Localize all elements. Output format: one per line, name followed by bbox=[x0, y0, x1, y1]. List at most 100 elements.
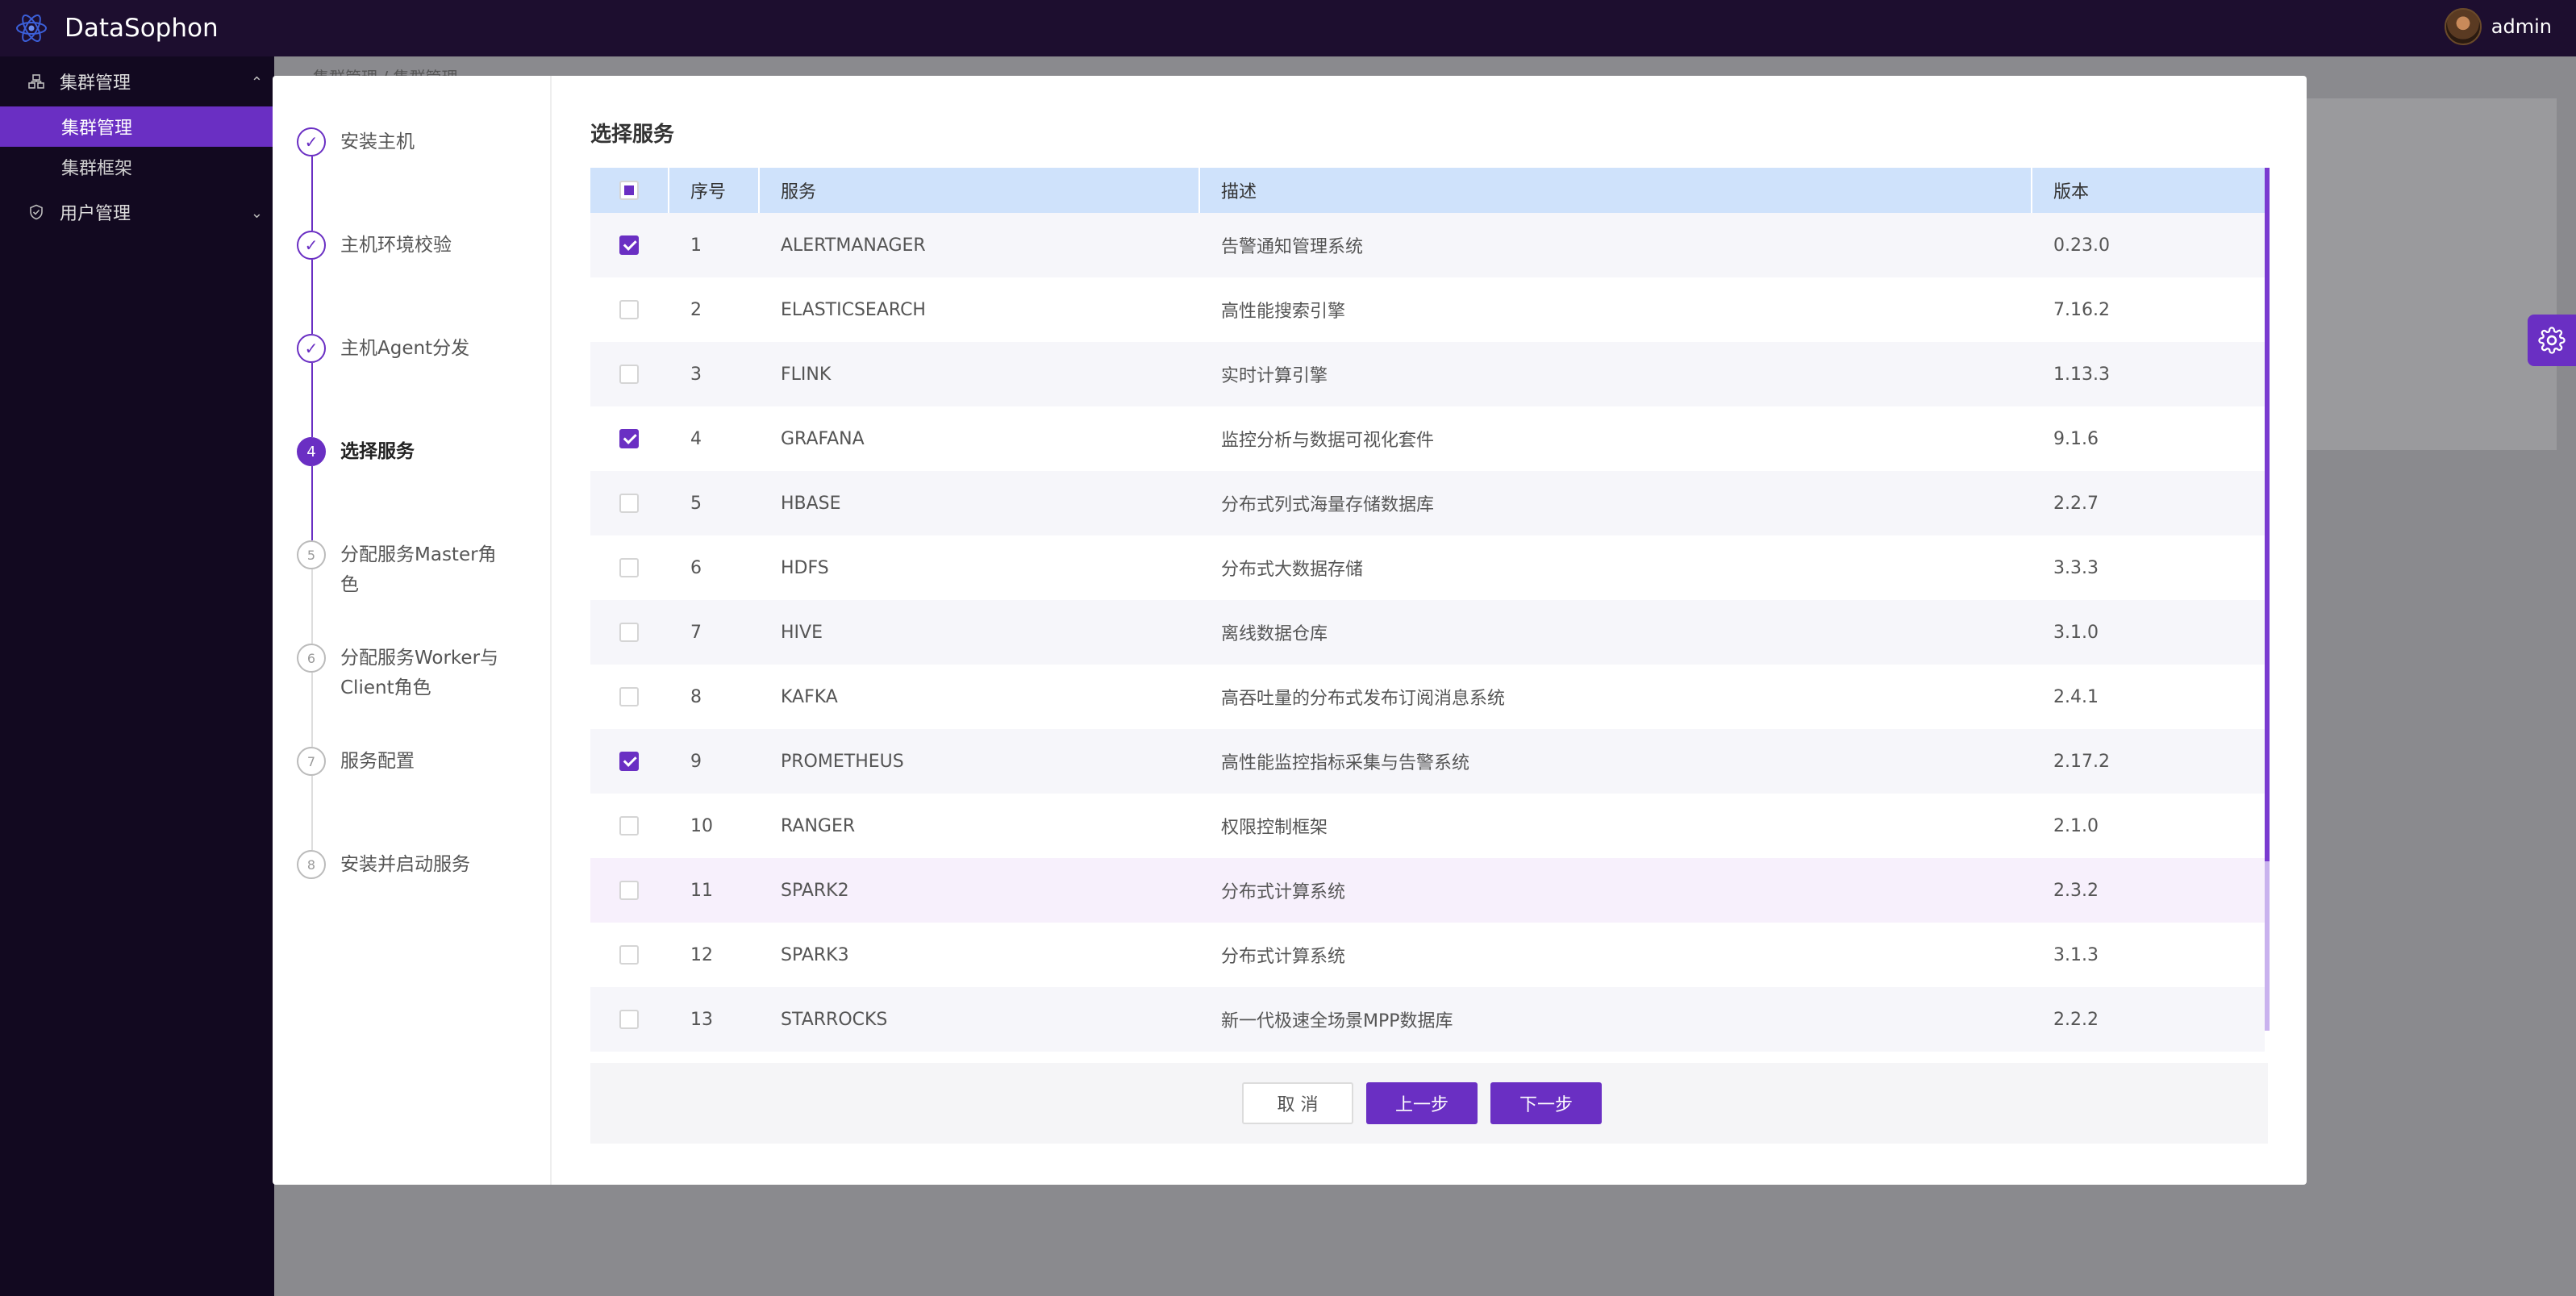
row-version: 2.2.7 bbox=[2053, 493, 2099, 514]
wizard-footer: 取 消 上一步 下一步 bbox=[590, 1063, 2268, 1144]
sidebar-item-cluster-frame[interactable]: 集群框架 bbox=[0, 147, 274, 187]
gear-icon bbox=[2538, 327, 2566, 354]
step-5: 5 分配服务Master角色 bbox=[297, 540, 502, 600]
row-description: 新一代极速全场景MPP数据库 bbox=[1221, 1011, 1453, 1031]
table-row[interactable]: 6 HDFS 分布式大数据存储 3.3.3 bbox=[590, 535, 2265, 600]
row-checkbox[interactable] bbox=[619, 1010, 639, 1029]
table-row[interactable]: 13 STARROCKS 新一代极速全场景MPP数据库 2.2.2 bbox=[590, 987, 2265, 1052]
row-service: GRAFANA bbox=[781, 428, 865, 449]
avatar[interactable] bbox=[2444, 8, 2482, 45]
row-checkbox[interactable] bbox=[619, 558, 639, 577]
row-checkbox[interactable] bbox=[619, 300, 639, 319]
row-version: 1.13.3 bbox=[2053, 364, 2110, 385]
row-description: 权限控制框架 bbox=[1221, 818, 1328, 838]
step-label: 选择服务 bbox=[340, 441, 415, 462]
step-connector bbox=[311, 466, 313, 540]
step-connector bbox=[311, 156, 313, 231]
row-service: FLINK bbox=[781, 364, 832, 385]
user-name[interactable]: admin bbox=[2491, 15, 2552, 38]
row-version: 7.16.2 bbox=[2053, 299, 2110, 320]
panel-title: 选择服务 bbox=[590, 123, 675, 147]
row-index: 8 bbox=[690, 686, 702, 707]
step-3: ✓ 主机Agent分发 bbox=[297, 334, 502, 364]
row-service: KAFKA bbox=[781, 686, 838, 707]
table-row[interactable]: 3 FLINK 实时计算引擎 1.13.3 bbox=[590, 342, 2265, 406]
step-label: 安装主机 bbox=[340, 131, 415, 152]
row-service: HIVE bbox=[781, 622, 823, 643]
row-version: 9.1.6 bbox=[2053, 428, 2099, 449]
table-row[interactable]: 10 RANGER 权限控制框架 2.1.0 bbox=[590, 794, 2265, 858]
user-menu[interactable]: admin bbox=[2444, 8, 2552, 45]
settings-tab[interactable] bbox=[2528, 315, 2576, 366]
wizard-steps: ✓ 安装主机 ✓ 主机环境校验 ✓ 主机Agent分发 4 选择服务 5 分配服… bbox=[273, 76, 552, 1185]
row-checkbox[interactable] bbox=[619, 687, 639, 706]
row-description: 告警通知管理系统 bbox=[1221, 237, 1364, 257]
step-connector bbox=[311, 776, 313, 850]
row-checkbox[interactable] bbox=[619, 235, 639, 255]
row-index: 12 bbox=[690, 944, 713, 965]
row-service: STARROCKS bbox=[781, 1009, 888, 1030]
service-table: 序号 服务 描述 版本 1 ALERTMANAGER 告警通知管理系统 0.23.0 2… bbox=[590, 168, 2265, 1052]
table-row[interactable]: 8 KAFKA 高吞吐量的分布式发布订阅消息系统 2.4.1 bbox=[590, 665, 2265, 729]
table-row[interactable]: 12 SPARK3 分布式计算系统 3.1.3 bbox=[590, 923, 2265, 987]
row-checkbox[interactable] bbox=[619, 816, 639, 836]
table-scrollbar-lower bbox=[2265, 861, 2270, 1031]
next-step-button[interactable]: 下一步 bbox=[1490, 1082, 1602, 1124]
row-service: PROMETHEUS bbox=[781, 751, 904, 772]
row-description: 高吞吐量的分布式发布订阅消息系统 bbox=[1221, 689, 1506, 709]
row-checkbox[interactable] bbox=[619, 623, 639, 642]
sidebar-item-cluster-manage[interactable]: 集群管理 bbox=[0, 106, 274, 147]
table-row[interactable]: 1 ALERTMANAGER 告警通知管理系统 0.23.0 bbox=[590, 213, 2265, 277]
table-row[interactable]: 7 HIVE 离线数据仓库 3.1.0 bbox=[590, 600, 2265, 665]
header-index: 序号 bbox=[668, 168, 758, 213]
step-number: 4 bbox=[297, 437, 326, 466]
table-row[interactable]: 5 HBASE 分布式列式海量存储数据库 2.2.7 bbox=[590, 471, 2265, 535]
row-index: 4 bbox=[690, 428, 702, 449]
cluster-icon bbox=[27, 73, 45, 90]
sidebar-group-user[interactable]: 用户管理 ⌄ bbox=[0, 187, 274, 237]
step-1: ✓ 安装主机 bbox=[297, 127, 502, 157]
table-row[interactable]: 2 ELASTICSEARCH 高性能搜索引擎 7.16.2 bbox=[590, 277, 2265, 342]
step-7: 7 服务配置 bbox=[297, 747, 502, 777]
step-8: 8 安装并启动服务 bbox=[297, 850, 502, 880]
step-number: 6 bbox=[297, 644, 326, 673]
row-index: 3 bbox=[690, 364, 702, 385]
sidebar-group-cluster[interactable]: 集群管理 ⌃ bbox=[0, 56, 274, 106]
row-service: HDFS bbox=[781, 557, 829, 578]
step-label: 主机环境校验 bbox=[340, 235, 452, 256]
step-label: 分配服务Master角色 bbox=[340, 544, 497, 595]
row-checkbox[interactable] bbox=[619, 881, 639, 900]
app-logo[interactable]: DataSophon bbox=[15, 11, 219, 45]
shield-icon bbox=[27, 203, 45, 221]
row-checkbox[interactable] bbox=[619, 945, 639, 965]
table-row[interactable]: 9 PROMETHEUS 高性能监控指标采集与告警系统 2.17.2 bbox=[590, 729, 2265, 794]
step-connector bbox=[311, 260, 313, 334]
sidebar: 集群管理 ⌃ 集群管理 集群框架 用户管理 ⌄ bbox=[0, 56, 274, 1296]
step-6: 6 分配服务Worker与Client角色 bbox=[297, 644, 502, 703]
app-name: DataSophon bbox=[65, 14, 219, 43]
check-icon: ✓ bbox=[297, 334, 326, 363]
row-service: SPARK2 bbox=[781, 880, 849, 901]
row-version: 3.1.3 bbox=[2053, 944, 2099, 965]
table-row[interactable]: 4 GRAFANA 监控分析与数据可视化套件 9.1.6 bbox=[590, 406, 2265, 471]
table-scrollbar-track[interactable] bbox=[2265, 168, 2270, 861]
row-checkbox[interactable] bbox=[619, 429, 639, 448]
select-all-checkbox[interactable] bbox=[619, 181, 639, 200]
row-description: 分布式大数据存储 bbox=[1221, 560, 1364, 580]
row-checkbox[interactable] bbox=[619, 752, 639, 771]
row-description: 分布式列式海量存储数据库 bbox=[1221, 495, 1435, 515]
row-version: 3.1.0 bbox=[2053, 622, 2099, 643]
chevron-down-icon: ⌄ bbox=[250, 205, 263, 222]
table-body: 1 ALERTMANAGER 告警通知管理系统 0.23.0 2 ELASTICSEARC… bbox=[590, 213, 2265, 1052]
header-service: 服务 bbox=[758, 168, 1198, 213]
row-checkbox[interactable] bbox=[619, 494, 639, 513]
row-checkbox[interactable] bbox=[619, 365, 639, 384]
step-2: ✓ 主机环境校验 bbox=[297, 231, 502, 260]
table-scrollbar-thumb[interactable] bbox=[2265, 168, 2270, 861]
check-icon: ✓ bbox=[297, 231, 326, 260]
row-description: 实时计算引擎 bbox=[1221, 366, 1328, 386]
table-row[interactable]: 11 SPARK2 分布式计算系统 2.3.2 bbox=[590, 858, 2265, 923]
cancel-button[interactable]: 取 消 bbox=[1242, 1082, 1353, 1124]
prev-step-button[interactable]: 上一步 bbox=[1366, 1082, 1478, 1124]
row-index: 1 bbox=[690, 235, 702, 256]
